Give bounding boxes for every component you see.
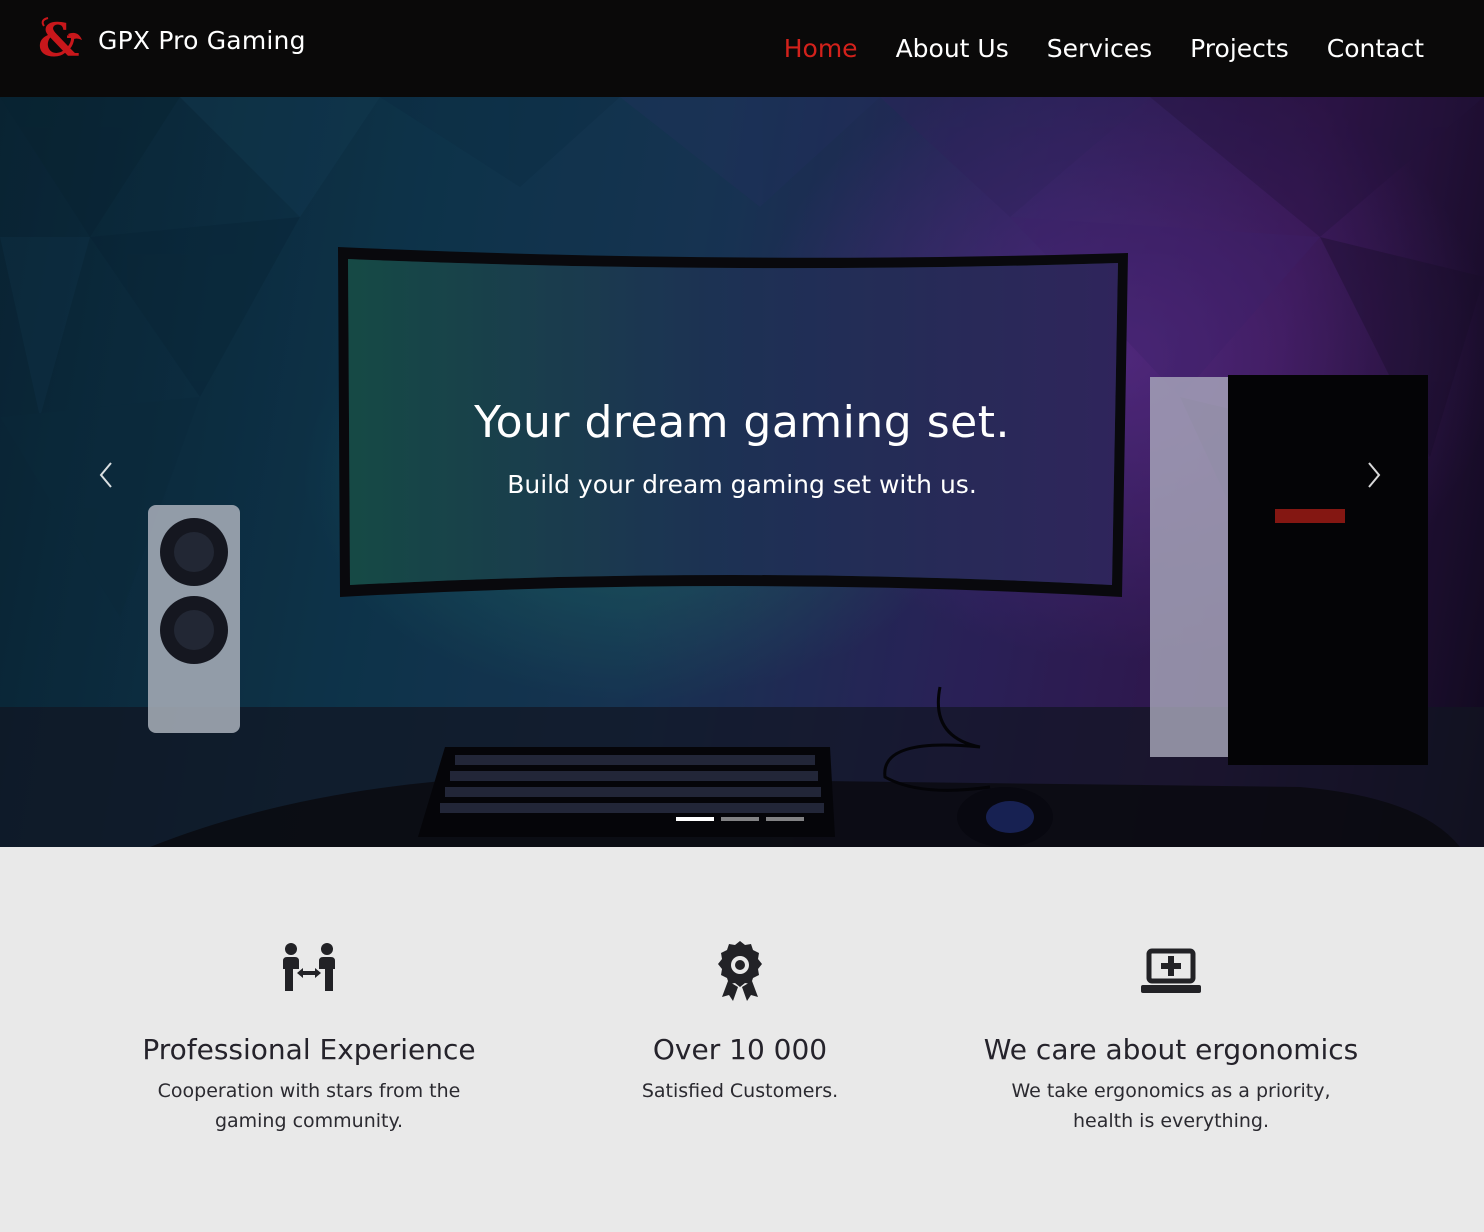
- nav-menu: Home About Us Services Projects Contact: [746, 0, 1424, 97]
- nav-item-projects[interactable]: Projects: [1190, 34, 1289, 63]
- navbar: & GPX Pro Gaming Home About Us Services …: [0, 0, 1484, 97]
- feature-professional-experience: Professional Experience Cooperation with…: [99, 939, 519, 1136]
- nav-item-services[interactable]: Services: [1047, 34, 1152, 63]
- hero-carousel: Your dream gaming set. Build your dream …: [0, 97, 1484, 847]
- award-badge-icon: [718, 941, 762, 1001]
- brand-link[interactable]: & GPX Pro Gaming: [38, 16, 306, 64]
- feature-title: Professional Experience: [142, 1033, 476, 1066]
- feature-text: We take ergonomics as a priority, health…: [1011, 1080, 1331, 1132]
- nav-item-about-us[interactable]: About Us: [896, 34, 1009, 63]
- feature-title: Over 10 000: [652, 1033, 828, 1066]
- feature-ergonomics: We care about ergonomics We take ergonom…: [961, 939, 1381, 1136]
- hero-subtitle: Build your dream gaming set with us.: [507, 470, 977, 499]
- carousel-indicator-1[interactable]: [676, 817, 714, 821]
- feature-text: Cooperation with stars from the gaming c…: [157, 1080, 461, 1132]
- feature-customers: Over 10 000 Satisfied Customers.: [530, 939, 950, 1106]
- feature-title: We care about ergonomics: [983, 1033, 1359, 1066]
- carousel-caption: Your dream gaming set. Build your dream …: [0, 397, 1484, 499]
- carousel-indicator-3[interactable]: [766, 817, 804, 821]
- nav-item-contact[interactable]: Contact: [1327, 34, 1424, 63]
- feature-text: Satisfied Customers.: [641, 1080, 839, 1102]
- laptop-medical-icon: [1141, 948, 1201, 993]
- carousel-indicator-2[interactable]: [721, 817, 759, 821]
- features-section: Professional Experience Cooperation with…: [0, 847, 1484, 1232]
- people-cooperation-icon: [283, 943, 335, 991]
- svg-text:&: &: [38, 16, 80, 64]
- nav-item-home[interactable]: Home: [784, 34, 858, 63]
- brand-name: GPX Pro Gaming: [98, 25, 306, 55]
- hero-title: Your dream gaming set.: [474, 397, 1010, 448]
- brand-logo-icon: &: [38, 16, 82, 64]
- carousel-indicators: [676, 817, 811, 821]
